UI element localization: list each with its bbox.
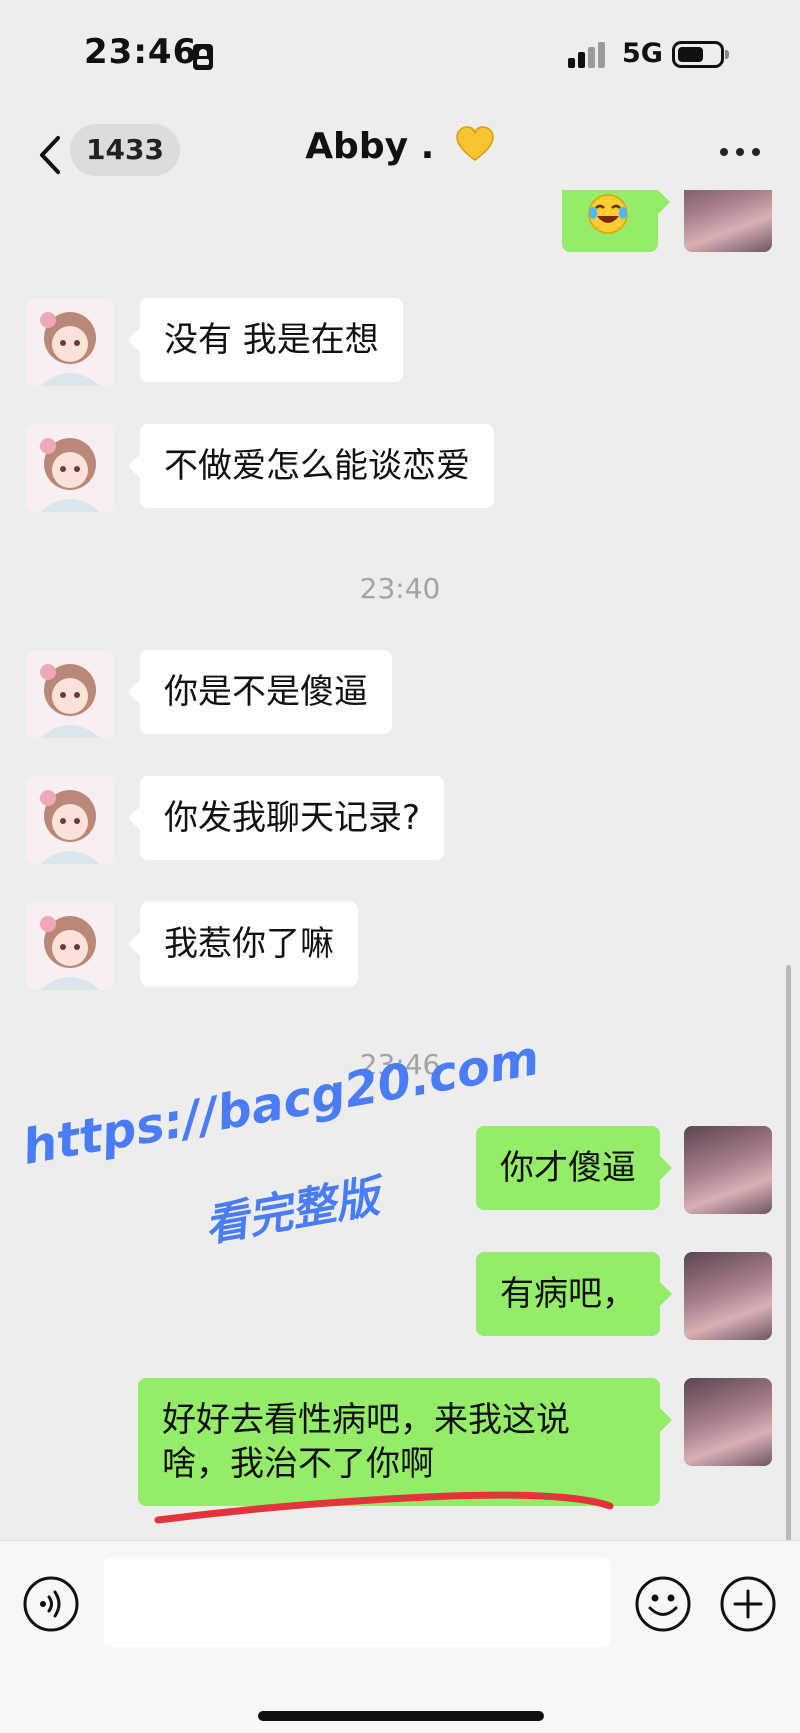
- status-bar: 23:46 5G: [0, 0, 800, 110]
- message-text: 有病吧，: [500, 1274, 636, 1314]
- message-bubble-incoming[interactable]: 没有 我是在想: [128, 298, 403, 382]
- watermark: https://bacg20.com 看完整版: [18, 1030, 543, 1270]
- laughing-crying-emoji-icon: [588, 194, 628, 234]
- self-avatar[interactable]: [684, 190, 772, 252]
- red-underline-mark: [154, 1491, 614, 1524]
- message-text: 你才傻逼: [500, 1148, 636, 1188]
- watermark-url: https://bacg20.com: [18, 1029, 544, 1176]
- more-options-icon[interactable]: [718, 136, 762, 166]
- signal-icon: [568, 42, 608, 68]
- home-indicator[interactable]: [258, 1711, 544, 1721]
- chat-screen: 23:46 5G 1433 Abby . 没有 我是在想 不做爱怎么能谈恋爱 2…: [0, 0, 800, 1733]
- watermark-cta: 看完整版: [200, 1171, 383, 1253]
- scrollbar[interactable]: [786, 965, 791, 1540]
- emoji-button-icon[interactable]: [634, 1575, 692, 1633]
- network-type: 5G: [622, 38, 663, 69]
- chat-title[interactable]: Abby .: [0, 126, 800, 167]
- contact-avatar[interactable]: [26, 298, 114, 386]
- message-text: 不做爱怎么能谈恋爱: [164, 446, 470, 486]
- message-bubble-outgoing[interactable]: [562, 190, 670, 252]
- timestamp: 23:40: [359, 572, 441, 605]
- self-avatar[interactable]: [684, 1378, 772, 1466]
- yellow-heart-icon: [456, 126, 494, 161]
- status-time: 23:46: [84, 32, 198, 72]
- message-input[interactable]: [104, 1557, 610, 1647]
- message-bubble-incoming[interactable]: 不做爱怎么能谈恋爱: [128, 424, 494, 508]
- contact-name: Abby .: [305, 126, 435, 167]
- message-text: 没有 我是在想: [164, 320, 379, 360]
- battery-icon: [672, 41, 729, 68]
- message-bubble-incoming[interactable]: 你发我聊天记录?: [127, 776, 445, 860]
- input-bar: [0, 1540, 800, 1733]
- message-text: 你发我聊天记录?: [164, 798, 421, 838]
- id-card-icon: [193, 44, 213, 70]
- message-row-incoming: 你发我聊天记录?: [0, 776, 800, 872]
- contact-avatar[interactable]: [26, 424, 114, 512]
- contact-avatar[interactable]: [26, 650, 114, 738]
- voice-input-icon[interactable]: [22, 1575, 80, 1633]
- plus-button-icon[interactable]: [719, 1575, 777, 1633]
- message-text: 好好去看性病吧，来我这说啥，我治不了你啊: [162, 1400, 570, 1484]
- message-row-incoming: 没有 我是在想: [0, 298, 800, 394]
- message-row-incoming: 你是不是傻逼: [0, 650, 800, 746]
- message-bubble-incoming[interactable]: 你是不是傻逼: [128, 650, 392, 734]
- message-row-incoming: 不做爱怎么能谈恋爱: [0, 424, 800, 520]
- message-text: 你是不是傻逼: [164, 672, 368, 712]
- self-avatar[interactable]: [684, 1252, 772, 1340]
- chat-header: 1433 Abby .: [0, 110, 800, 200]
- contact-avatar[interactable]: [26, 902, 114, 990]
- self-avatar[interactable]: [684, 1126, 772, 1214]
- message-row-outgoing: [0, 190, 800, 260]
- message-text: 我惹你了嘛: [164, 924, 334, 964]
- message-list: 没有 我是在想 不做爱怎么能谈恋爱 23:40 你是不是傻逼 你发我聊天记录? …: [0, 190, 800, 1540]
- message-bubble-incoming[interactable]: 我惹你了嘛: [128, 902, 358, 986]
- message-row-incoming: 我惹你了嘛: [0, 902, 800, 998]
- contact-avatar[interactable]: [26, 776, 114, 864]
